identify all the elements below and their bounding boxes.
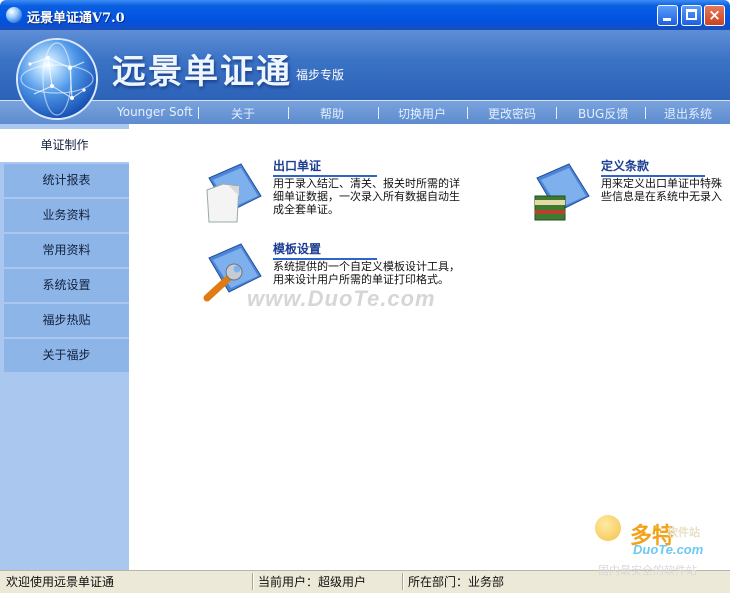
app-header	[0, 30, 730, 100]
edition-label: 福步专版	[296, 68, 345, 82]
watermark-text: www.DuoTe.com	[247, 286, 436, 311]
menu-item-change-password[interactable]: 更改密码	[488, 105, 536, 122]
menu-item-switch-user[interactable]: 切换用户	[398, 105, 446, 122]
status-divider	[252, 573, 253, 590]
close-button[interactable]: ×	[704, 5, 725, 26]
book-icon[interactable]	[529, 156, 599, 228]
menu-bar: Younger Soft 关于 帮助 切换用户 更改密码 BUG反馈 退出系统	[0, 100, 730, 124]
status-department: 业务部	[468, 575, 505, 589]
feature-desc-define-clauses: 用来定义出口单证中特殊 些信息是在系统中无录入	[601, 177, 722, 203]
sidebar-item-fubu-hot-posts[interactable]: 福步热贴	[4, 304, 129, 337]
feature-title-define-clauses[interactable]: 定义条款	[601, 157, 705, 177]
document-icon[interactable]	[201, 156, 271, 228]
sidebar-item-system-settings[interactable]: 系统设置	[4, 269, 129, 302]
menu-separator	[198, 107, 199, 119]
feature-title-template-settings[interactable]: 模板设置	[273, 240, 377, 260]
menu-separator	[556, 107, 557, 119]
status-welcome: 欢迎使用远景单证通	[6, 575, 115, 589]
minimize-button[interactable]	[657, 5, 678, 26]
feature-desc-template-settings: 系统提供的一个自定义模板设计工具， 用来设计用户所需的单证打印格式。	[273, 260, 460, 286]
sidebar-item-statistics[interactable]: 统计报表	[4, 164, 129, 197]
site-badge-tagline: 国内最安全的软件站	[598, 564, 697, 577]
window-title: 远景单证通V7.0	[27, 11, 125, 26]
sidebar-item-business-data[interactable]: 业务资料	[4, 199, 129, 232]
status-current-user-label: 当前用户：	[258, 575, 319, 589]
status-divider	[402, 573, 403, 590]
site-badge-sub: 软件站	[667, 526, 700, 539]
main-panel: 出口单证 用于录入结汇、清关、报关时所需的详 细单证数据，一次录入所有数据自动生…	[129, 124, 730, 570]
sidebar: 单证制作 统计报表 业务资料 常用资料 系统设置 福步热贴 关于福步	[0, 124, 129, 570]
sidebar-item-common-data[interactable]: 常用资料	[4, 234, 129, 267]
sidebar-item-document-making[interactable]: 单证制作	[0, 129, 129, 162]
menu-item-bug-report[interactable]: BUG反馈	[578, 105, 628, 122]
status-current-user: 超级用户	[318, 575, 367, 589]
menu-separator	[288, 107, 289, 119]
app-icon	[6, 7, 22, 23]
menu-item-exit[interactable]: 退出系统	[664, 105, 712, 122]
menu-item-help[interactable]: 帮助	[320, 105, 344, 122]
sidebar-item-about-fubu[interactable]: 关于福步	[4, 339, 129, 372]
menu-item-younger-soft[interactable]: Younger Soft	[117, 105, 193, 119]
menu-separator	[378, 107, 379, 119]
feature-title-export-docs[interactable]: 出口单证	[273, 157, 377, 177]
mascot-icon	[595, 515, 621, 541]
minimize-icon	[663, 18, 671, 21]
site-badge-url: DuoTe.com	[633, 542, 704, 557]
menu-separator	[467, 107, 468, 119]
maximize-icon	[686, 9, 697, 20]
status-bar: 欢迎使用远景单证通 当前用户： 超级用户 所在部门： 业务部 国内最安全的软件站	[0, 564, 730, 593]
close-icon: ×	[708, 6, 721, 24]
brand-title: 远景单证通	[112, 52, 292, 92]
menu-item-about[interactable]: 关于	[231, 105, 255, 122]
maximize-button[interactable]	[681, 5, 702, 26]
status-department-label: 所在部门：	[408, 575, 469, 589]
feature-desc-export-docs: 用于录入结汇、清关、报关时所需的详 细单证数据，一次录入所有数据自动生 成全套单…	[273, 177, 460, 216]
menu-separator	[645, 107, 646, 119]
globe-logo-icon	[18, 40, 96, 118]
window-titlebar[interactable]: 远景单证通V7.0 ×	[0, 0, 730, 30]
